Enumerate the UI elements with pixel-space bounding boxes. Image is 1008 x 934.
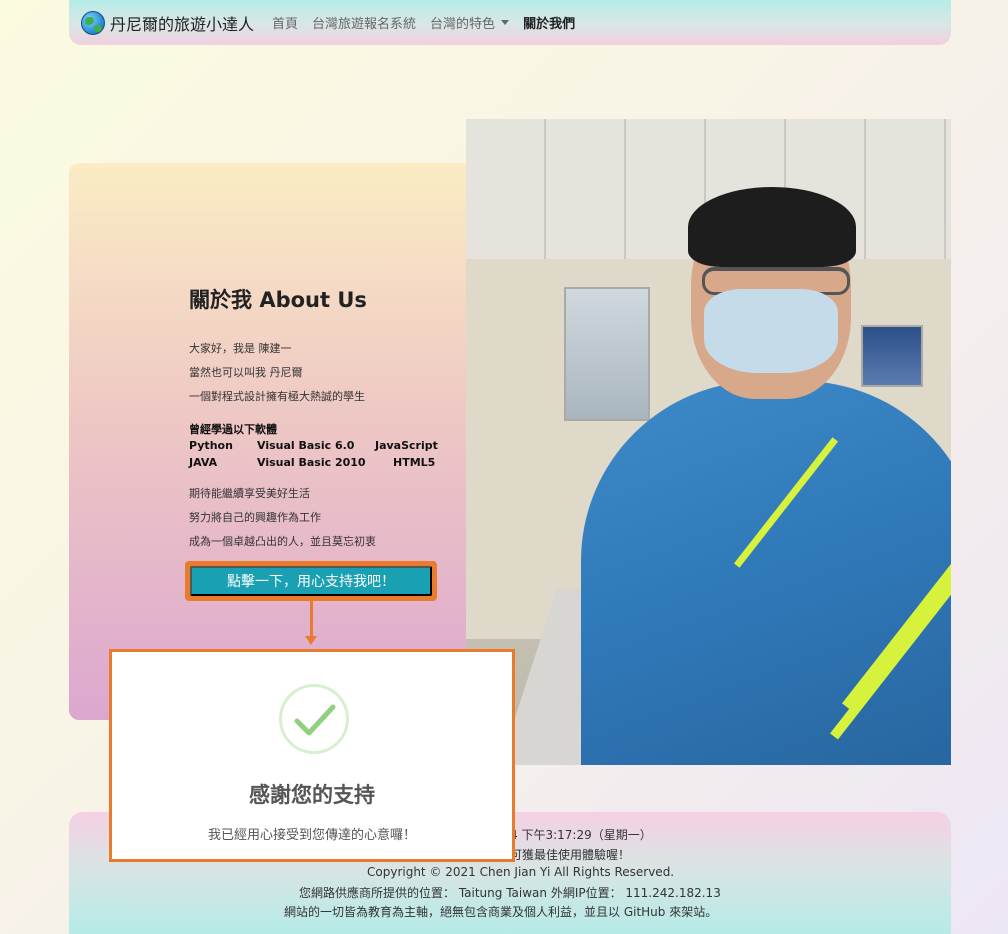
- about-title-cn: 關於我: [189, 288, 252, 312]
- outro-line: 期待能繼續享受美好生活: [189, 487, 310, 500]
- photo-jacket: [581, 381, 951, 765]
- about-title-en: About Us: [259, 288, 367, 312]
- photo-mask: [704, 289, 838, 373]
- intro-line: 大家好，我是 陳建一: [189, 342, 292, 355]
- intro-line: 一個對程式設計擁有極大熱誠的學生: [189, 390, 365, 403]
- support-button[interactable]: 點擊一下，用心支持我吧！: [190, 566, 432, 596]
- nav-taiwan-features[interactable]: 台灣的特色: [430, 13, 510, 32]
- callout-arrow-line: [310, 600, 313, 638]
- photo-hair: [688, 187, 856, 267]
- skill-item: Visual Basic 2010: [257, 456, 366, 469]
- footer-copyright: Copyright © 2021 Chen Jian Yi All Rights…: [367, 865, 675, 879]
- outro-line: 努力將自己的興趣作為工作: [189, 511, 321, 524]
- skill-item: JavaScript: [375, 439, 438, 452]
- footer-location: 您網路供應商所提供的位置： Taitung Taiwan 外網IP位置： 111…: [299, 886, 721, 900]
- about-title: 關於我 About Us: [189, 284, 367, 314]
- brand-link[interactable]: 丹尼爾的旅遊小達人: [81, 10, 255, 35]
- photo-poster: [861, 325, 923, 387]
- check-mark-icon: [294, 704, 336, 736]
- skill-item: HTML5: [393, 456, 436, 469]
- footer-browser-note: 可獲最佳使用體驗喔！: [510, 848, 631, 862]
- skill-item: Python: [189, 439, 233, 452]
- photo-poster: [564, 287, 650, 421]
- nav-about[interactable]: 關於我們: [523, 13, 575, 32]
- brand-title: 丹尼爾的旅遊小達人: [110, 14, 255, 34]
- support-button-highlight: 點擊一下，用心支持我吧！: [185, 561, 437, 601]
- skills-heading: 曾經學過以下軟體: [189, 423, 277, 436]
- profile-photo: [466, 119, 951, 765]
- footer-datetime: 4 下午3:17:29（星期一）: [510, 828, 652, 842]
- skill-item: Visual Basic 6.0: [257, 439, 355, 452]
- outro-line: 成為一個卓越凸出的人，並且莫忘初衷: [189, 535, 376, 548]
- popup-title: 感謝您的支持: [249, 783, 375, 807]
- popup-message: 我已經用心接受到您傳達的心意囉！: [207, 828, 416, 843]
- nav-taiwan-features-label: 台灣的特色: [430, 17, 496, 32]
- navbar: 丹尼爾的旅遊小達人 首頁 台灣旅遊報名系統 台灣的特色 關於我們: [69, 0, 951, 45]
- globe-icon: [81, 10, 105, 35]
- check-icon: [279, 684, 349, 754]
- intro-line: 當然也可以叫我 丹尼爾: [189, 366, 303, 379]
- caret-down-icon: [501, 20, 510, 25]
- thank-you-popup: 感謝您的支持 我已經用心接受到您傳達的心意囉！: [109, 649, 515, 862]
- arrow-down-icon: [305, 636, 317, 645]
- nav-home[interactable]: 首頁: [272, 13, 298, 32]
- nav-registration[interactable]: 台灣旅遊報名系統: [312, 13, 416, 32]
- skill-item: JAVA: [189, 456, 218, 469]
- footer-disclaimer: 網站的一切皆為教育為主軸，絕無包含商業及個人利益，並且以 GitHub 來架站。: [284, 905, 718, 919]
